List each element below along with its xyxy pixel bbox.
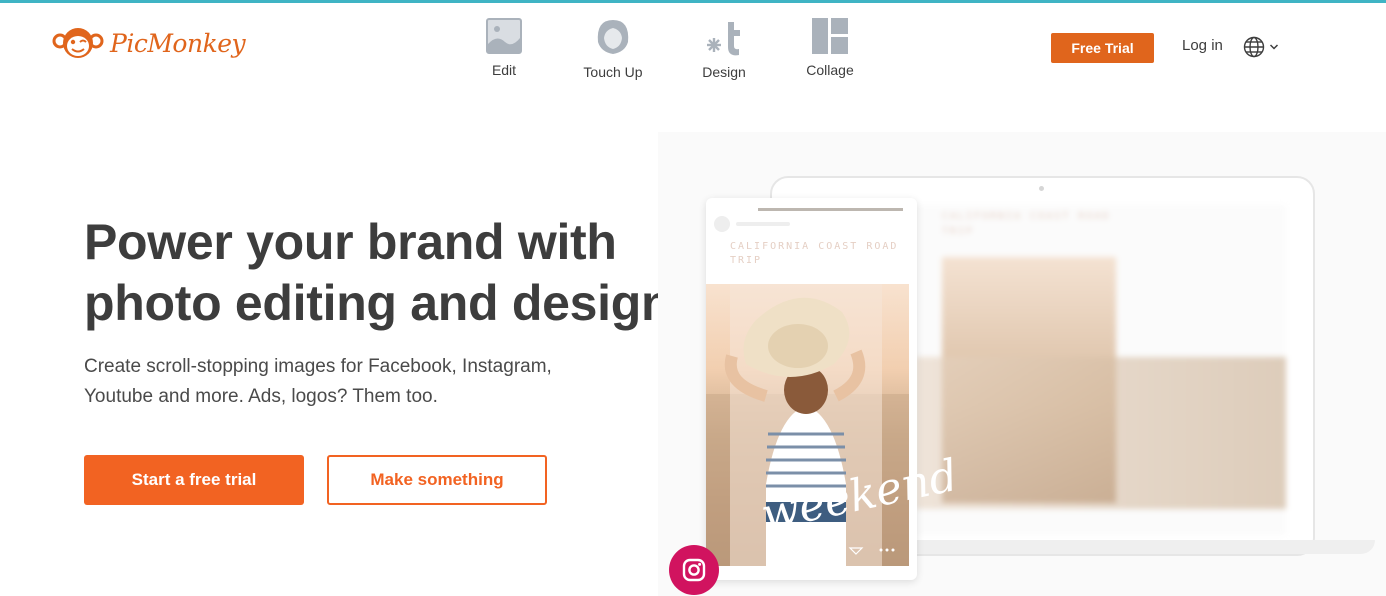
monkey-logo-icon: [52, 28, 104, 58]
instagram-badge[interactable]: [669, 545, 719, 595]
laptop-caption: CALIFORNIA COAST ROAD TRIP: [942, 211, 1111, 237]
hero-title: Power your brand with photo editing and …: [84, 214, 672, 331]
laptop-screen-blurred: CALIFORNIA COAST ROAD TRIP: [916, 205, 1286, 535]
laptop-photo-strip: [916, 357, 1286, 509]
globe-icon: [1243, 36, 1265, 58]
image-icon: [486, 18, 522, 54]
nav-design-label: Design: [702, 64, 746, 80]
face-icon: [597, 20, 629, 54]
start-free-trial-button[interactable]: Start a free trial: [84, 455, 304, 505]
nav-collage-label: Collage: [806, 62, 854, 78]
language-selector[interactable]: [1243, 36, 1279, 58]
login-link[interactable]: Log in: [1182, 37, 1223, 54]
phone-username-placeholder: [736, 222, 790, 226]
hero-subtitle: Create scroll-stopping images for Facebo…: [84, 356, 552, 407]
design-t-icon: [707, 22, 740, 56]
laptop-base: [905, 540, 1375, 554]
phone-progress-bar: [758, 208, 903, 211]
nav-edit-label: Edit: [491, 62, 517, 78]
nav-design[interactable]: Design: [700, 18, 748, 80]
picmonkey-logo[interactable]: PicMonkey: [52, 26, 246, 60]
laptop-camera: [1039, 186, 1044, 191]
nav-collage[interactable]: Collage: [804, 18, 856, 78]
instagram-icon: [682, 558, 706, 582]
make-something-button[interactable]: Make something: [327, 455, 547, 505]
nav-edit[interactable]: Edit: [476, 18, 532, 78]
nav-touch-up-label: Touch Up: [583, 64, 643, 80]
avatar: [714, 216, 730, 232]
top-accent-bar: [0, 0, 1386, 3]
chevron-down-icon: [1269, 44, 1279, 50]
nav-touch-up[interactable]: Touch Up: [580, 18, 646, 80]
free-trial-button[interactable]: Free Trial: [1051, 33, 1154, 63]
phone-caption: CALIFORNIA COAST ROAD TRIP: [730, 241, 899, 266]
collage-grid-icon: [812, 18, 848, 54]
logo-wordmark: PicMonkey: [110, 28, 246, 58]
